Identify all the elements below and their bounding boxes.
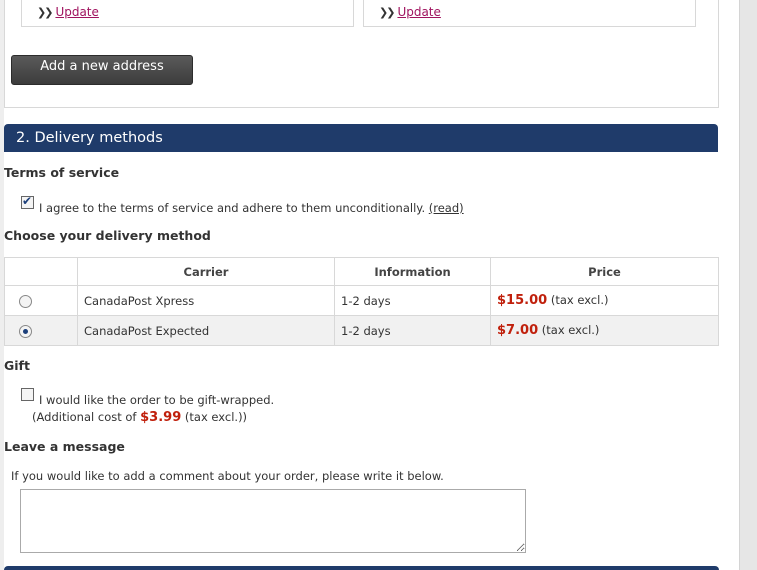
carrier-table: Carrier Information Price CanadaPost Xpr… <box>4 257 719 346</box>
message-hint: If you would like to add a comment about… <box>11 469 444 483</box>
information-column-header: Information <box>334 257 491 286</box>
terms-text: I agree to the terms of service and adhe… <box>39 201 464 215</box>
terms-read-link[interactable]: (read) <box>429 201 464 215</box>
carrier-price-cell: $7.00 (tax excl.) <box>490 315 719 346</box>
terms-heading: Terms of service <box>4 165 120 180</box>
price-column-header: Price <box>490 257 719 286</box>
next-step-header-edge <box>4 566 719 570</box>
update-link-label[interactable]: Update <box>55 5 98 19</box>
carrier-info: 1-2 days <box>334 285 491 316</box>
carrier-column-header: Carrier <box>77 257 335 286</box>
tax-note: (tax excl.) <box>541 323 600 337</box>
carrier-radio-xpress[interactable] <box>19 294 32 308</box>
double-chevron-right-icon: ❯❯ <box>37 6 54 19</box>
add-new-address-button[interactable]: Add a new address <box>11 55 193 85</box>
terms-agree-text: I agree to the terms of service and adhe… <box>39 201 426 215</box>
select-column-header <box>4 257 78 286</box>
table-header-row: Carrier Information Price <box>4 257 719 286</box>
carrier-select-cell <box>4 285 78 316</box>
carrier-price: $7.00 <box>497 323 539 338</box>
gift-cost-suffix: (tax excl.)) <box>184 410 248 424</box>
carrier-select-cell <box>4 315 78 346</box>
carrier-info: 1-2 days <box>334 315 491 346</box>
tax-note: (tax excl.) <box>550 293 609 307</box>
gift-wrap-checkbox[interactable] <box>21 388 34 401</box>
carrier-name: CanadaPost Xpress <box>77 285 335 316</box>
gift-cost-prefix: (Additional cost of <box>32 410 137 424</box>
carrier-price-cell: $15.00 (tax excl.) <box>490 285 719 316</box>
update-link-label[interactable]: Update <box>397 5 440 19</box>
delivery-method-heading: Choose your delivery method <box>4 228 211 243</box>
delivery-address-box: ❯❯ Update <box>21 0 354 27</box>
double-chevron-right-icon: ❯❯ <box>379 6 396 19</box>
update-invoice-address-link[interactable]: ❯❯ Update <box>379 5 441 19</box>
invoice-address-box: ❯❯ Update <box>363 0 696 27</box>
table-row[interactable]: CanadaPost Expected 1-2 days $7.00 (tax … <box>4 315 719 346</box>
carrier-name: CanadaPost Expected <box>77 315 335 346</box>
carrier-radio-expected[interactable] <box>19 324 32 338</box>
step-title: 2. Delivery methods <box>4 124 718 152</box>
update-address-link[interactable]: ❯❯ Update <box>37 5 99 19</box>
message-heading: Leave a message <box>4 439 125 454</box>
gift-cost-text: (Additional cost of $3.99 (tax excl.)) <box>32 410 247 425</box>
terms-checkbox[interactable] <box>21 194 34 209</box>
order-message-textarea[interactable] <box>20 489 526 553</box>
gift-heading: Gift <box>4 358 30 373</box>
address-panel: ❯❯ Update ❯❯ Update <box>4 0 719 108</box>
table-row[interactable]: CanadaPost Xpress 1-2 days $15.00 (tax e… <box>4 285 719 316</box>
carrier-price: $15.00 <box>497 293 548 308</box>
gift-cost-value: $3.99 <box>140 410 182 425</box>
gift-wrap-text: I would like the order to be gift-wrappe… <box>39 393 275 407</box>
page-scrollbar[interactable] <box>739 0 757 570</box>
